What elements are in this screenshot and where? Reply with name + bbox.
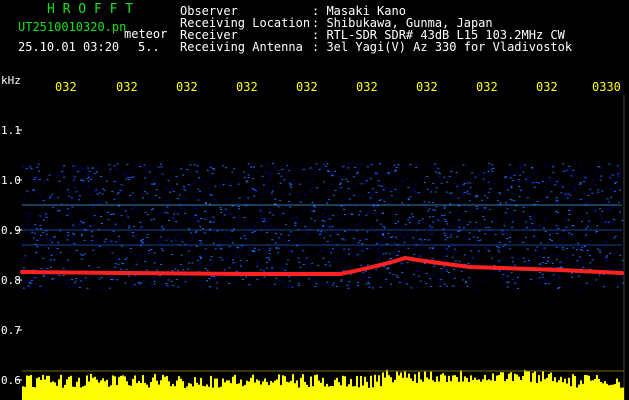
y-tick-marks (17, 129, 22, 381)
y-tick-label: 0.9 (1, 224, 21, 237)
y-tick-label: 1.1 (1, 124, 21, 137)
y-tick-label: 0.8 (1, 274, 21, 287)
spectrogram-area (17, 95, 625, 400)
y-tick-label: 0.7 (1, 324, 21, 337)
y-tick-label: 1.0 (1, 174, 21, 187)
waterfall-lines (22, 204, 622, 246)
audio-level-bars (22, 369, 624, 400)
signal-trace (20, 255, 624, 276)
y-tick-label: 0.6 (1, 374, 21, 387)
